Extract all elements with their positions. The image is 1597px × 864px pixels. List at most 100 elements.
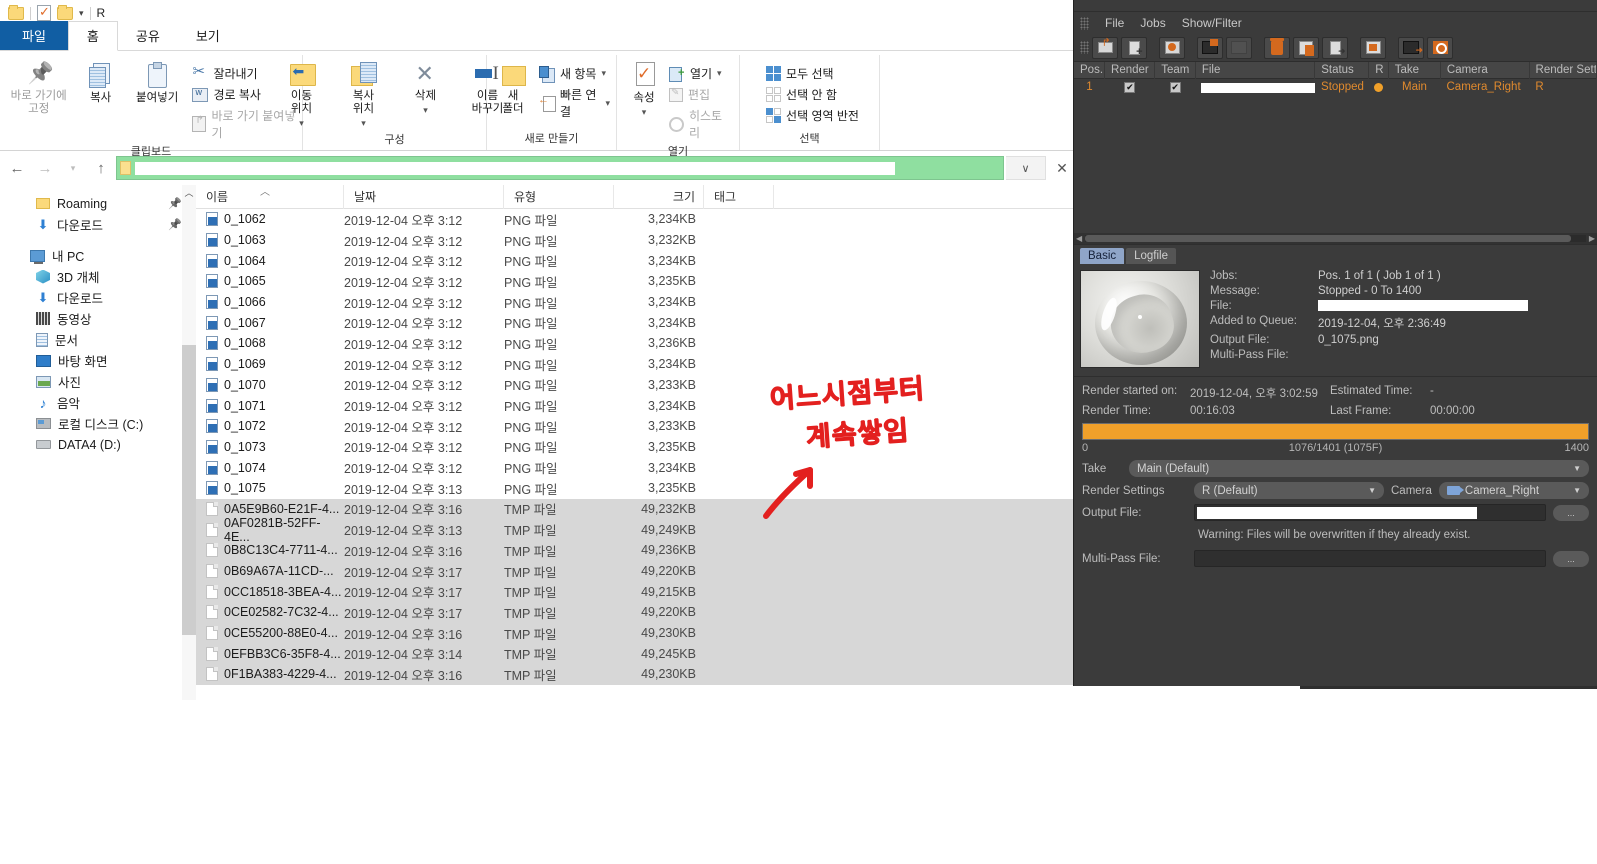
up-button[interactable]: ↑ (88, 155, 114, 181)
delete-button[interactable]: 삭제 ▾ (396, 59, 456, 116)
column-header-file[interactable]: File (1196, 61, 1316, 79)
nav-item[interactable]: ♪ 음악 (0, 392, 196, 413)
nav-item[interactable]: 사진 (0, 371, 196, 392)
multipass-file-input[interactable] (1194, 550, 1546, 567)
preview-search-icon[interactable] (1427, 36, 1453, 59)
table-row[interactable]: 0_1064 2019-12-04 오후 3:12 PNG 파일 3,234KB (196, 250, 1080, 271)
quick-access-button[interactable]: 빠른 연결 ▾ (538, 86, 610, 120)
column-header-date[interactable]: 날짜 (344, 184, 504, 209)
properties-button[interactable]: 속성 ▾ (623, 59, 665, 118)
render-movie-icon[interactable] (1197, 36, 1223, 59)
copy-button[interactable]: 복사 (73, 59, 128, 105)
table-row[interactable]: 0_1074 2019-12-04 오후 3:12 PNG 파일 3,234KB (196, 457, 1080, 478)
scrollbar-thumb[interactable] (1085, 235, 1571, 242)
nav-item[interactable]: 내 PC (0, 245, 196, 266)
chevron-down-icon[interactable]: ▾ (642, 107, 647, 117)
table-row[interactable]: 0_1069 2019-12-04 오후 3:12 PNG 파일 3,234KB (196, 354, 1080, 375)
select-none-button[interactable]: 선택 안 함 (766, 86, 859, 103)
column-header-render-settings[interactable]: Render Setti (1530, 61, 1597, 79)
table-row[interactable]: 0_1075 2019-12-04 오후 3:13 PNG 파일 3,235KB (196, 478, 1080, 499)
chevron-down-icon[interactable]: ▾ (423, 105, 428, 115)
nav-item[interactable]: Roaming 📌 (0, 193, 196, 214)
tab-logfile[interactable]: Logfile (1126, 248, 1177, 264)
nav-item[interactable]: DATA4 (D:) (0, 434, 196, 455)
chevron-down-icon[interactable]: ▾ (79, 8, 84, 19)
pin-to-quick-access-button[interactable]: 바로 가기에 고정 (6, 59, 71, 116)
render-to-picture-icon[interactable] (1398, 36, 1424, 59)
column-header-pos[interactable]: Pos. (1074, 61, 1106, 79)
stop-refresh-button[interactable]: ✕ (1048, 156, 1076, 180)
table-row[interactable]: 0_1067 2019-12-04 오후 3:12 PNG 파일 3,234KB (196, 312, 1080, 333)
chevron-down-icon[interactable]: ▾ (601, 68, 606, 79)
menu-file[interactable]: File (1105, 16, 1124, 30)
address-input[interactable] (116, 156, 1004, 180)
back-button[interactable]: ← (4, 155, 30, 181)
table-row[interactable]: 0B8C13C4-7711-4... 2019-12-04 오후 3:16 TMP … (196, 540, 1080, 561)
table-row[interactable]: 0_1071 2019-12-04 오후 3:12 PNG 파일 3,234KB (196, 395, 1080, 416)
table-row[interactable]: 0EFBB3C6-35F8-4... 2019-12-04 오후 3:14 TMP … (196, 643, 1080, 665)
multipass-browse-button[interactable]: ... (1553, 550, 1589, 567)
drag-handle-icon[interactable] (1080, 16, 1089, 30)
tab-share[interactable]: 공유 (118, 22, 178, 50)
nav-item[interactable]: 문서 (0, 329, 196, 350)
job-render-checkbox[interactable]: ✔ (1105, 79, 1155, 96)
menu-show-filter[interactable]: Show/Filter (1182, 16, 1242, 30)
chevron-down-icon[interactable]: ▾ (299, 118, 304, 128)
table-row[interactable]: 0F1BA383-4229-4... 2019-12-04 오후 3:16 TMP … (196, 664, 1080, 685)
edit-button[interactable]: 편집 (668, 86, 733, 103)
table-row[interactable]: 0_1073 2019-12-04 오후 3:12 PNG 파일 3,235KB (196, 437, 1080, 458)
delete-list-icon[interactable] (1293, 36, 1319, 59)
nav-item[interactable]: ⬇ 다운로드 📌 (0, 214, 196, 235)
table-row[interactable]: 0_1068 2019-12-04 오후 3:12 PNG 파일 3,236KB (196, 333, 1080, 354)
export-icon[interactable] (1322, 36, 1348, 59)
nav-item[interactable]: 로컬 디스크 (C:) (0, 413, 196, 434)
new-folder-icon[interactable] (57, 4, 73, 20)
open-button[interactable]: 열기 ▾ (668, 65, 733, 82)
render-settings-select[interactable]: R (Default) ▼ (1194, 482, 1384, 499)
output-file-input[interactable] (1194, 504, 1546, 521)
screen-icon[interactable] (1360, 36, 1386, 59)
delete-icon[interactable] (1264, 36, 1290, 59)
scrollbar-track[interactable] (1085, 235, 1586, 242)
drag-handle-icon[interactable] (1080, 41, 1089, 54)
chevron-down-icon[interactable]: ▾ (605, 98, 610, 109)
folder-icon[interactable] (8, 4, 24, 20)
table-row[interactable]: 0CC18518-3BEA-4... 2019-12-04 오후 3:17 TMP … (196, 581, 1080, 603)
table-row[interactable]: 0_1070 2019-12-04 오후 3:12 PNG 파일 3,233KB (196, 375, 1080, 396)
job-row[interactable]: 1 ✔ ✔ Stopped Main Camera_Right R (1074, 79, 1597, 96)
jobs-horizontal-scrollbar[interactable]: ◀ ▶ (1074, 233, 1597, 244)
table-row[interactable]: 0AF0281B-52FF-4E... 2019-12-04 오후 3:13 TMP… (196, 516, 1080, 544)
scroll-left-icon[interactable]: ◀ (1076, 234, 1082, 243)
column-header-size[interactable]: 크기 (614, 184, 704, 209)
chevron-down-icon[interactable]: ▾ (717, 68, 722, 79)
nav-item[interactable]: 동영상 (0, 308, 196, 329)
pin-icon[interactable]: 📌 (168, 218, 182, 231)
column-header-team[interactable]: Team (1155, 61, 1196, 79)
nav-scrollbar-thumb[interactable] (182, 345, 196, 635)
take-select[interactable]: Main (Default) ▼ (1129, 460, 1589, 477)
column-header-status[interactable]: Status (1315, 61, 1370, 79)
column-header-name[interactable]: 이름 ︿ (196, 184, 344, 209)
move-to-button[interactable]: 이동 위치 ▾ (272, 59, 332, 129)
tab-file[interactable]: 파일 (0, 21, 68, 50)
table-row[interactable]: 0_1062 2019-12-04 오후 3:12 PNG 파일 3,234KB (196, 209, 1080, 230)
table-row[interactable]: 0CE02582-7C32-4... 2019-12-04 오후 3:17 TMP … (196, 602, 1080, 623)
table-row[interactable]: 0_1066 2019-12-04 오후 3:12 PNG 파일 3,234KB (196, 292, 1080, 313)
add-job-icon[interactable] (1121, 36, 1147, 59)
new-item-button[interactable]: 새 항목 ▾ (539, 65, 610, 83)
scroll-right-icon[interactable]: ▶ (1589, 234, 1595, 243)
column-header-take[interactable]: Take (1389, 61, 1441, 79)
tab-basic[interactable]: Basic (1080, 248, 1125, 264)
column-header-camera[interactable]: Camera (1441, 61, 1530, 79)
column-header-r[interactable]: R (1369, 61, 1389, 79)
recent-locations-button[interactable]: ▾ (60, 155, 86, 181)
forward-button[interactable]: → (32, 155, 58, 181)
column-header-render[interactable]: Render (1105, 61, 1156, 79)
scroll-up-icon[interactable]: ︿ (182, 185, 196, 201)
nav-item[interactable]: ⬇ 다운로드 (0, 287, 196, 308)
render-web-icon[interactable] (1159, 36, 1185, 59)
chevron-down-icon[interactable]: ▾ (361, 118, 366, 128)
job-team-checkbox[interactable]: ✔ (1155, 79, 1195, 96)
nav-item[interactable]: 3D 개체 (0, 266, 196, 287)
pin-icon[interactable]: 📌 (168, 197, 182, 210)
